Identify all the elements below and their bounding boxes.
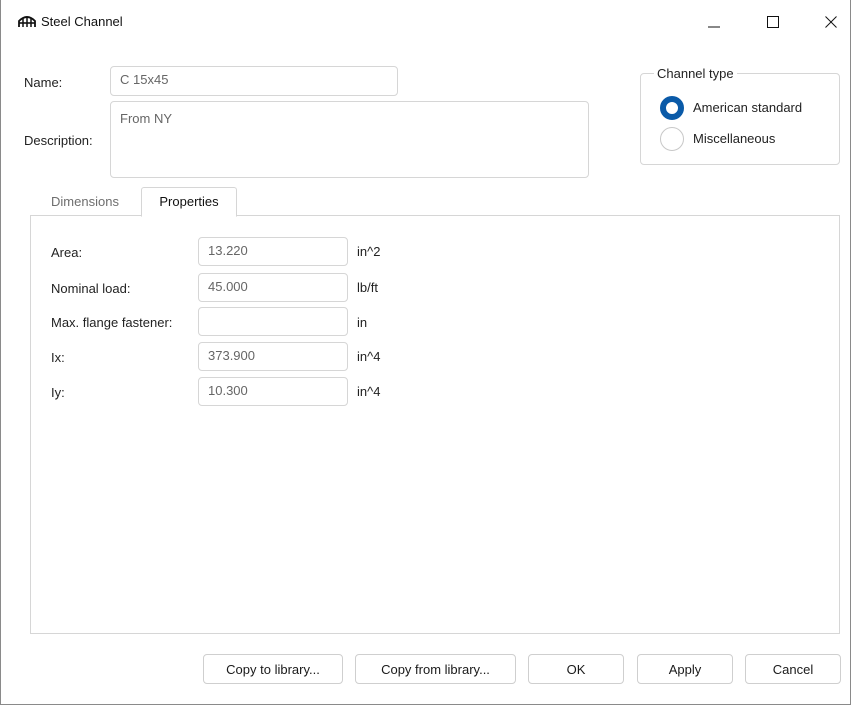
ix-unit: in^4 [357, 349, 381, 364]
max-flange-fastener-unit: in [357, 315, 368, 330]
tab-dimensions[interactable]: Dimensions [34, 192, 136, 216]
nominal-load-input[interactable]: 45.000 [198, 273, 348, 302]
minimize-icon [708, 26, 720, 28]
area-unit: in^2 [357, 244, 381, 259]
name-label: Name: [24, 75, 63, 90]
steel-channel-dialog: Steel Channel Name: C 15x45 Description:… [0, 0, 851, 705]
iy-input[interactable]: 10.300 [198, 377, 348, 406]
ix-value: 373.900 [208, 348, 255, 363]
max-flange-fastener-label: Max. flange fastener: [51, 315, 173, 330]
maximize-button[interactable] [758, 8, 788, 36]
close-button[interactable] [816, 8, 846, 36]
radio-miscellaneous[interactable] [660, 127, 684, 151]
copy-from-library-button[interactable]: Copy from library... [355, 654, 516, 684]
nominal-load-unit: lb/ft [357, 280, 378, 295]
radio-american-standard[interactable] [660, 96, 684, 120]
minimize-button[interactable] [699, 8, 729, 36]
description-label: Description: [24, 133, 93, 148]
area-value: 13.220 [208, 243, 248, 258]
description-value: From NY [120, 111, 172, 126]
max-flange-fastener-input[interactable] [198, 307, 348, 336]
iy-unit: in^4 [357, 384, 381, 399]
name-value: C 15x45 [120, 72, 169, 87]
channel-type-title: Channel type [654, 66, 737, 81]
nominal-load-value: 45.000 [208, 279, 248, 294]
bridge-icon [18, 16, 36, 27]
name-input[interactable]: C 15x45 [110, 66, 398, 96]
ok-button[interactable]: OK [528, 654, 624, 684]
description-input[interactable]: From NY [110, 101, 589, 178]
maximize-icon [767, 16, 779, 28]
title-bar: Steel Channel [1, 0, 851, 42]
ix-input[interactable]: 373.900 [198, 342, 348, 371]
copy-to-library-button[interactable]: Copy to library... [203, 654, 343, 684]
iy-label: Iy: [51, 385, 65, 400]
american-standard-label[interactable]: American standard [693, 100, 802, 115]
nominal-load-label: Nominal load: [51, 281, 131, 296]
ix-label: Ix: [51, 350, 65, 365]
apply-button[interactable]: Apply [637, 654, 733, 684]
window-title: Steel Channel [41, 14, 123, 29]
cancel-button[interactable]: Cancel [745, 654, 841, 684]
area-label: Area: [51, 245, 83, 260]
properties-panel [30, 215, 840, 634]
tab-properties[interactable]: Properties [141, 187, 237, 217]
close-icon [825, 16, 837, 28]
miscellaneous-label[interactable]: Miscellaneous [693, 131, 775, 146]
iy-value: 10.300 [208, 383, 248, 398]
area-input[interactable]: 13.220 [198, 237, 348, 266]
